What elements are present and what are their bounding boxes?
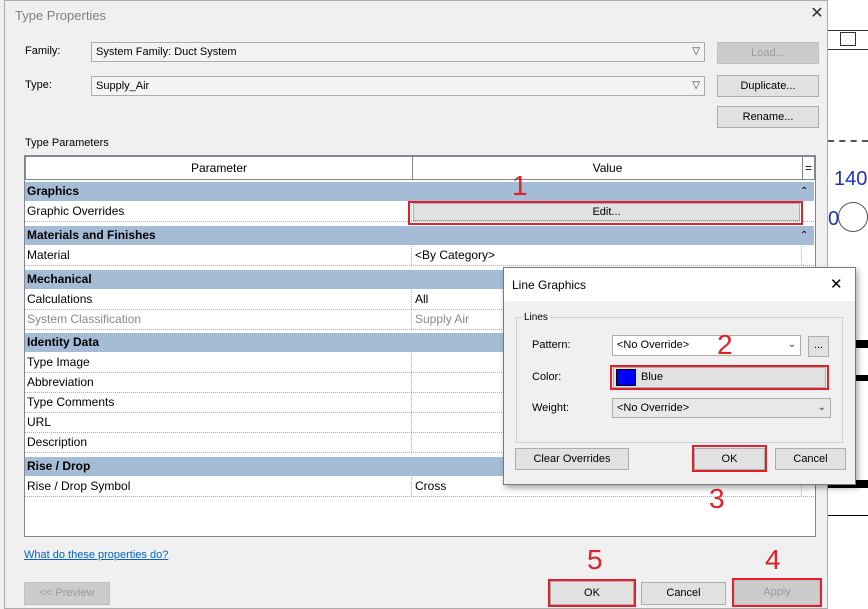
drawing-dashed-line <box>828 140 868 156</box>
rename-button[interactable]: Rename... <box>717 106 819 128</box>
chevron-down-icon: ▽ <box>692 46 700 57</box>
type-label: Type: <box>25 79 52 91</box>
help-link[interactable]: What do these properties do? <box>24 549 168 561</box>
line-graphics-cancel-button[interactable]: Cancel <box>775 448 846 470</box>
group-header-graphics[interactable]: Graphics ⌃ <box>25 182 814 201</box>
annotation-box-ok <box>548 579 636 607</box>
group-header-materials[interactable]: Materials and Finishes ⌃ <box>25 226 814 245</box>
annotation-number-5: 5 <box>587 544 603 575</box>
group-label: Graphics <box>27 184 80 198</box>
param-rise-drop-symbol: Rise / Drop Symbol <box>27 479 131 493</box>
annotation-box-edit <box>408 201 803 225</box>
weight-value: <No Override> <box>617 402 690 414</box>
column-header-value[interactable]: Value <box>412 156 803 180</box>
drawing-thin-line <box>828 515 868 516</box>
group-label: Rise / Drop <box>27 459 91 473</box>
table-row: Material <By Category> <box>25 246 814 266</box>
pattern-value: <No Override> <box>617 339 690 351</box>
duplicate-button[interactable]: Duplicate... <box>717 75 819 97</box>
type-dropdown[interactable]: Supply_Air ▽ <box>91 76 705 96</box>
close-icon[interactable]: ✕ <box>830 275 843 293</box>
cell-divider <box>411 310 412 329</box>
param-system-classification: System Classification <box>27 312 142 326</box>
annotation-box-color <box>610 365 829 390</box>
param-material: Material <box>27 248 70 262</box>
cell-divider <box>411 290 412 309</box>
pattern-dropdown[interactable]: <No Override> ⌄ <box>612 335 801 356</box>
chevron-down-icon: ▽ <box>692 80 700 91</box>
lines-group-label: Lines <box>522 312 550 323</box>
preview-button[interactable]: << Preview <box>24 582 110 605</box>
line-graphics-dialog: Line Graphics ✕ Lines Pattern: <No Overr… <box>503 267 856 485</box>
dialog-title: Type Properties <box>15 8 107 23</box>
param-type-image: Type Image <box>27 355 90 369</box>
collapse-icon[interactable]: ⌃ <box>800 226 808 245</box>
cell-divider <box>411 413 412 432</box>
close-icon[interactable]: ✕ <box>807 4 827 24</box>
param-calculations: Calculations <box>27 292 93 306</box>
load-button[interactable]: Load... <box>717 42 819 64</box>
annotation-number-1: 1 <box>512 170 528 201</box>
annotation-box-apply <box>732 578 822 607</box>
weight-dropdown[interactable]: <No Override> ⌄ <box>612 398 831 418</box>
annotation-number-3: 3 <box>709 483 725 514</box>
collapse-icon[interactable]: ⌃ <box>800 182 808 201</box>
column-header-extra[interactable]: = <box>802 156 815 180</box>
param-abbreviation: Abbreviation <box>27 375 94 389</box>
weight-label: Weight: <box>532 402 570 414</box>
column-header-parameter[interactable]: Parameter <box>25 156 413 180</box>
annotation-number-2: 2 <box>717 329 733 360</box>
param-description: Description <box>27 435 88 449</box>
cell-divider <box>411 393 412 412</box>
line-graphics-title: Line Graphics <box>512 278 587 292</box>
type-value: Supply_Air <box>96 80 150 92</box>
value-material[interactable]: <By Category> <box>413 246 805 265</box>
pattern-more-button[interactable]: ... <box>808 336 829 357</box>
cell-divider <box>411 433 412 452</box>
clear-overrides-button[interactable]: Clear Overrides <box>515 448 629 470</box>
color-label: Color: <box>532 371 562 383</box>
chevron-down-icon: ⌄ <box>787 339 796 350</box>
drawing-box <box>840 32 856 46</box>
group-label: Identity Data <box>27 335 100 349</box>
cell-divider <box>801 246 802 265</box>
family-label: Family: <box>25 45 61 57</box>
group-label: Mechanical <box>27 272 92 286</box>
type-parameters-label: Type Parameters <box>25 137 109 149</box>
family-value: System Family: Duct System <box>96 46 237 58</box>
param-graphic-overrides: Graphic Overrides <box>27 204 125 218</box>
cancel-button[interactable]: Cancel <box>641 582 726 605</box>
drawing-arc <box>838 202 868 232</box>
cell-divider <box>411 477 412 496</box>
family-dropdown[interactable]: System Family: Duct System ▽ <box>91 42 705 62</box>
chevron-down-icon: ⌄ <box>817 402 826 413</box>
cell-divider <box>411 373 412 392</box>
drawing-label-140: 140 <box>834 168 868 190</box>
pattern-label: Pattern: <box>532 339 571 351</box>
annotation-number-4: 4 <box>765 544 781 575</box>
param-type-comments: Type Comments <box>27 395 115 409</box>
annotation-box-line-ok <box>692 445 767 472</box>
group-label: Materials and Finishes <box>27 228 156 242</box>
cell-divider <box>411 246 412 265</box>
param-url: URL <box>27 415 52 429</box>
cell-divider <box>411 353 412 372</box>
